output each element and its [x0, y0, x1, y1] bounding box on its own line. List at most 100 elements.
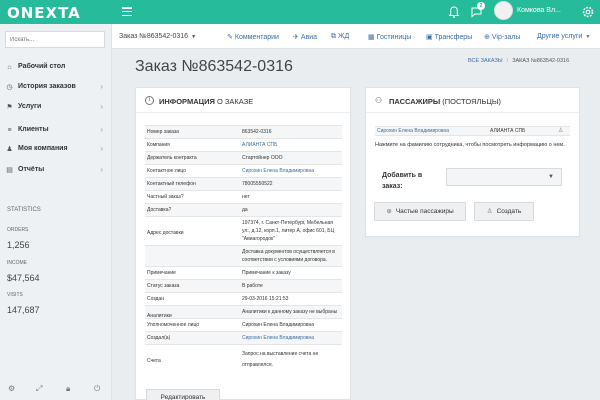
breadcrumb-all-orders[interactable]: ВСЕ ЗАКАЗЫ	[468, 58, 503, 64]
add-to-order-select[interactable]: ▼	[446, 168, 562, 186]
company-icon: ♟	[6, 146, 13, 153]
panel-title: ПАССАЖИРЫ (ПОСТОЯЛЬЦЫ)	[389, 97, 501, 106]
tab-label: Vip-залы	[491, 34, 521, 41]
passenger-row: Сирохин Елена Владимировна АЛИАНТА СПБ ♙	[375, 126, 570, 136]
passenger-name-link[interactable]: Сирохин Елена Владимировна	[377, 128, 449, 134]
edit-button[interactable]: Редактировать	[146, 389, 220, 400]
row-value: Примечание к заказу	[242, 270, 291, 276]
row-key: Уполномоченное лицо	[147, 322, 200, 328]
panel-title-rest: (ПОСТОЯЛЬЦЫ)	[440, 97, 502, 106]
stat-label-orders: ORDERS	[7, 227, 29, 233]
sidebar-item-dashboard[interactable]: ⌂ Рабочий стол	[5, 61, 105, 75]
sidebar-item-label: Клиенты	[18, 126, 49, 133]
row-value: Доставка документов осуществляется в соо…	[242, 249, 335, 263]
order-info-table: Номер заказа 863542-0316 Компания АЛИАНТА …	[145, 125, 342, 374]
table-row: Контактный телефон 78005550522	[145, 177, 342, 190]
passengers-hint: Нажмите на фамилию сотрудника, чтобы пос…	[375, 142, 565, 148]
logo[interactable]: ONEXTA	[7, 4, 81, 22]
table-row: Частный заказ? нет	[145, 190, 342, 203]
bell-icon[interactable]	[446, 4, 462, 20]
table-row: Доставка? да	[145, 203, 342, 216]
lock-icon[interactable]: 🔒︎	[66, 384, 70, 394]
contact-person-link[interactable]: Сирохин Елена Владимировна	[242, 165, 342, 177]
fullscreen-icon[interactable]: ⤢	[36, 384, 42, 394]
tab-label: Другие услуги	[537, 33, 583, 40]
tab-label: Трансферы	[434, 34, 473, 41]
sidebar-item-label: Отчёты	[18, 166, 45, 173]
chevron-down-icon: ▼	[585, 34, 591, 40]
row-key: Счета	[147, 358, 161, 364]
search-input[interactable]	[6, 32, 104, 47]
frequent-passengers-button[interactable]: ⊕ Частые пассажиры	[374, 202, 466, 221]
menu-icon[interactable]	[122, 7, 132, 17]
table-row: Создан 29-03-2016 15:21:53	[145, 292, 342, 305]
sidebar-item-label: Моя компания	[18, 145, 68, 152]
row-key: Примечание	[147, 270, 176, 276]
tab-comments[interactable]: ✎ Комментарии	[227, 33, 279, 41]
tab-other-services[interactable]: Другие услуги ▼	[537, 33, 590, 40]
row-key: Компания	[147, 142, 170, 148]
stat-label-visits: VISITS	[7, 292, 23, 298]
row-key: Доставка?	[147, 207, 172, 213]
sidebar-item-services[interactable]: ⚑ Услуги ›	[5, 101, 105, 115]
user-plus-icon: ♙	[486, 208, 493, 215]
row-key: Создан	[147, 296, 164, 302]
create-button[interactable]: ♙ Создать	[474, 202, 534, 221]
button-label: Создать	[496, 208, 522, 215]
sidebar-item-my-company[interactable]: ♟ Моя компания ›	[5, 143, 105, 157]
sidebar-item-order-history[interactable]: ◷ История заказов ›	[5, 81, 105, 95]
tab-train[interactable]: ⧉ ЖД	[331, 33, 349, 41]
power-icon[interactable]: ⏻	[94, 384, 100, 394]
chevron-right-icon: ›	[100, 165, 103, 174]
info-icon: i	[145, 96, 154, 105]
tab-hotels[interactable]: ▦ Гостиницы	[368, 33, 411, 41]
order-select-label: Заказ №863542-0316	[119, 33, 189, 40]
user-icon[interactable]: ♙	[558, 127, 563, 134]
tab-vip[interactable]: ⊕ Vip-залы	[484, 33, 520, 41]
sidebar-footer: ⚙ ⤢ 🔒︎ ⏻	[0, 382, 112, 400]
history-icon: ◷	[6, 84, 13, 91]
row-value: 197374, г. Санкт-Петербург, Мебельная ул…	[242, 220, 335, 242]
chevron-right-icon: ›	[100, 125, 103, 134]
row-key: Контактный телефон	[147, 181, 196, 187]
gear-icon[interactable]	[580, 4, 596, 20]
table-row: Счета Запрос на выставление счета не отпр…	[145, 344, 342, 374]
row-key: Создал(а)	[147, 335, 171, 341]
settings-icon[interactable]: ⚙	[8, 384, 15, 393]
user-name[interactable]: Комкова Вл...	[517, 7, 561, 14]
avatar[interactable]	[494, 1, 513, 20]
sidebar-item-reports[interactable]: ▤ Отчёты ›	[5, 164, 105, 178]
chevron-right-icon: ›	[100, 144, 103, 153]
button-label: Частые пассажиры	[395, 208, 454, 215]
row-value: Сирохин Елена Владимировна	[242, 322, 315, 328]
creator-link[interactable]: Сирохин Елена Владимировна	[242, 332, 342, 344]
chevron-right-icon: ›	[100, 102, 103, 111]
home-icon: ⌂	[7, 64, 12, 71]
page-title: Заказ №863542-0316	[135, 58, 293, 75]
train-icon: ⧉	[331, 33, 336, 40]
panel-title-bold: ПАССАЖИРЫ	[389, 97, 441, 106]
panel-title: ИНФОРМАЦИЯ О ЗАКАЗЕ	[159, 97, 253, 106]
tab-avia[interactable]: ✈ Авиа	[293, 33, 317, 41]
tab-transfers[interactable]: ▣ Трансферы	[426, 33, 472, 41]
chevron-right-icon: ›	[100, 82, 103, 91]
row-value: 78005550522	[242, 181, 273, 187]
sidebar-item-clients[interactable]: ≡ Клиенты ›	[5, 124, 105, 138]
panel-header: i ИНФОРМАЦИЯ О ЗАКАЗЕ	[136, 88, 350, 113]
transfer-icon: ▣	[426, 34, 433, 41]
company-link[interactable]: АЛИАНТА СПБ	[242, 139, 342, 151]
sidebar: ⌂ Рабочий стол ◷ История заказов › ⚑ Усл…	[0, 24, 112, 400]
reports-icon: ▤	[6, 167, 13, 174]
table-row: Адрес доставки 197374, г. Санкт-Петербург…	[145, 216, 342, 245]
row-key: Держатель контракта	[147, 155, 197, 161]
breadcrumb: ВСЕ ЗАКАЗЫ / ЗАКАЗ №863542-0316	[468, 58, 569, 64]
clients-icon: ≡	[7, 127, 12, 134]
row-key: Номер заказа	[147, 129, 179, 135]
caret-down-icon: ▼	[548, 174, 554, 180]
search-box[interactable]	[5, 31, 105, 48]
row-value: Запрос на выставление счета не отправлял…	[242, 351, 319, 368]
table-row: Доставка документов осуществляется в соо…	[145, 245, 342, 266]
top-bar: ONEXTA 2 Комкова Вл...	[0, 0, 600, 24]
order-select[interactable]: Заказ №863542-0316 ▼	[119, 33, 196, 40]
stat-value-orders: 1,256	[7, 240, 30, 250]
